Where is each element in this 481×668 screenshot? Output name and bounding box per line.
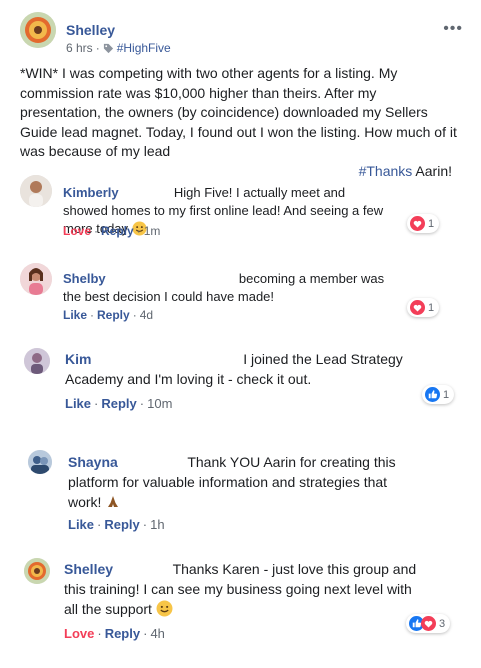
comment-reactions[interactable]: 3 — [406, 614, 451, 633]
comment-body: Shayna Thank YOU Aarin for creating this… — [68, 452, 418, 512]
comment-body: Kim I joined the Lead Strategy Academy a… — [65, 349, 405, 389]
post-header: Shelley 6 hrs · #HighFive ••• — [14, 12, 469, 56]
love-icon — [410, 300, 425, 315]
comment-reactions[interactable]: 1 — [407, 214, 440, 233]
comment-actions: Like · Reply · 1h — [68, 517, 165, 532]
commenter-name[interactable]: Shelby — [63, 271, 106, 286]
commenter-name[interactable]: Shelley — [64, 561, 113, 577]
reaction-count: 1 — [428, 217, 435, 230]
like-action[interactable]: Like — [68, 517, 94, 532]
like-icon — [425, 387, 440, 402]
reaction-count: 3 — [439, 617, 446, 630]
comment-time[interactable]: 1h — [150, 517, 164, 532]
comment-actions: Love · Reply · 4h — [64, 626, 165, 641]
more-options-icon[interactable]: ••• — [443, 20, 463, 38]
commenter-name[interactable]: Kim — [65, 351, 91, 367]
post-time[interactable]: 6 hrs — [66, 41, 93, 55]
like-action[interactable]: Like — [65, 396, 91, 411]
commenter-avatar[interactable] — [20, 263, 52, 295]
post-hashtag[interactable]: #HighFive — [117, 41, 171, 55]
post-author-avatar[interactable] — [20, 12, 56, 48]
comment-shelley: Shelley Thanks Karen - just love this gr… — [24, 558, 465, 648]
tag-icon — [103, 43, 113, 53]
comment-body: Shelby becoming a member was the best de… — [63, 270, 403, 306]
reply-action[interactable]: Reply — [101, 224, 134, 238]
comment-time[interactable]: 4h — [150, 626, 164, 641]
comment-shayna: Shayna Thank YOU Aarin for creating this… — [28, 450, 465, 534]
reaction-count: 1 — [428, 301, 435, 314]
smile-emoji-icon — [156, 600, 173, 617]
post-meta: 6 hrs · #HighFive — [66, 41, 171, 55]
comment-shelby: Shelby becoming a member was the best de… — [20, 263, 465, 333]
folded-hands-emoji-icon — [108, 496, 119, 507]
love-icon — [410, 216, 425, 231]
comment-actions: Like · Reply · 10m — [65, 396, 173, 411]
comment-kimberly: Kimberly High Five! I actually meet and … — [20, 175, 465, 245]
reply-action[interactable]: Reply — [101, 396, 136, 411]
comment-reactions[interactable]: 1 — [407, 298, 440, 317]
post-body: *WIN* I was competing with two other age… — [20, 64, 460, 181]
reply-action[interactable]: Reply — [105, 626, 140, 641]
comment-reactions[interactable]: 1 — [422, 385, 455, 404]
post-author-name[interactable]: Shelley — [66, 22, 115, 38]
comment-text: becoming a member was the best decision … — [63, 271, 385, 304]
comment-time[interactable]: 10m — [147, 396, 172, 411]
like-action[interactable]: Like — [63, 308, 87, 322]
love-action[interactable]: Love — [63, 224, 91, 238]
comment-kim: Kim I joined the Lead Strategy Academy a… — [24, 348, 465, 418]
comment-actions: Love · Reply · 1m — [63, 224, 161, 238]
meta-separator: · — [95, 41, 100, 55]
reaction-count: 1 — [443, 388, 450, 401]
commenter-avatar[interactable] — [24, 348, 50, 374]
love-icon — [421, 616, 436, 631]
commenter-avatar[interactable] — [28, 450, 52, 474]
comment-body: Shelley Thanks Karen - just love this gr… — [64, 559, 424, 619]
love-action[interactable]: Love — [64, 626, 94, 641]
post-text: *WIN* I was competing with two other age… — [20, 65, 457, 159]
comment-time[interactable]: 4d — [140, 308, 153, 322]
comment-text: Thanks Karen - just love this group and … — [64, 561, 417, 617]
comment-text: I joined the Lead Strategy Academy and I… — [65, 351, 403, 387]
reply-action[interactable]: Reply — [104, 517, 139, 532]
commenter-avatar[interactable] — [20, 175, 52, 207]
commenter-name[interactable]: Shayna — [68, 454, 118, 470]
reply-action[interactable]: Reply — [97, 308, 130, 322]
comment-actions: Like · Reply · 4d — [63, 308, 154, 322]
comment-time[interactable]: 1m — [144, 224, 161, 238]
commenter-name[interactable]: Kimberly — [63, 185, 119, 200]
commenter-avatar[interactable] — [24, 558, 50, 584]
